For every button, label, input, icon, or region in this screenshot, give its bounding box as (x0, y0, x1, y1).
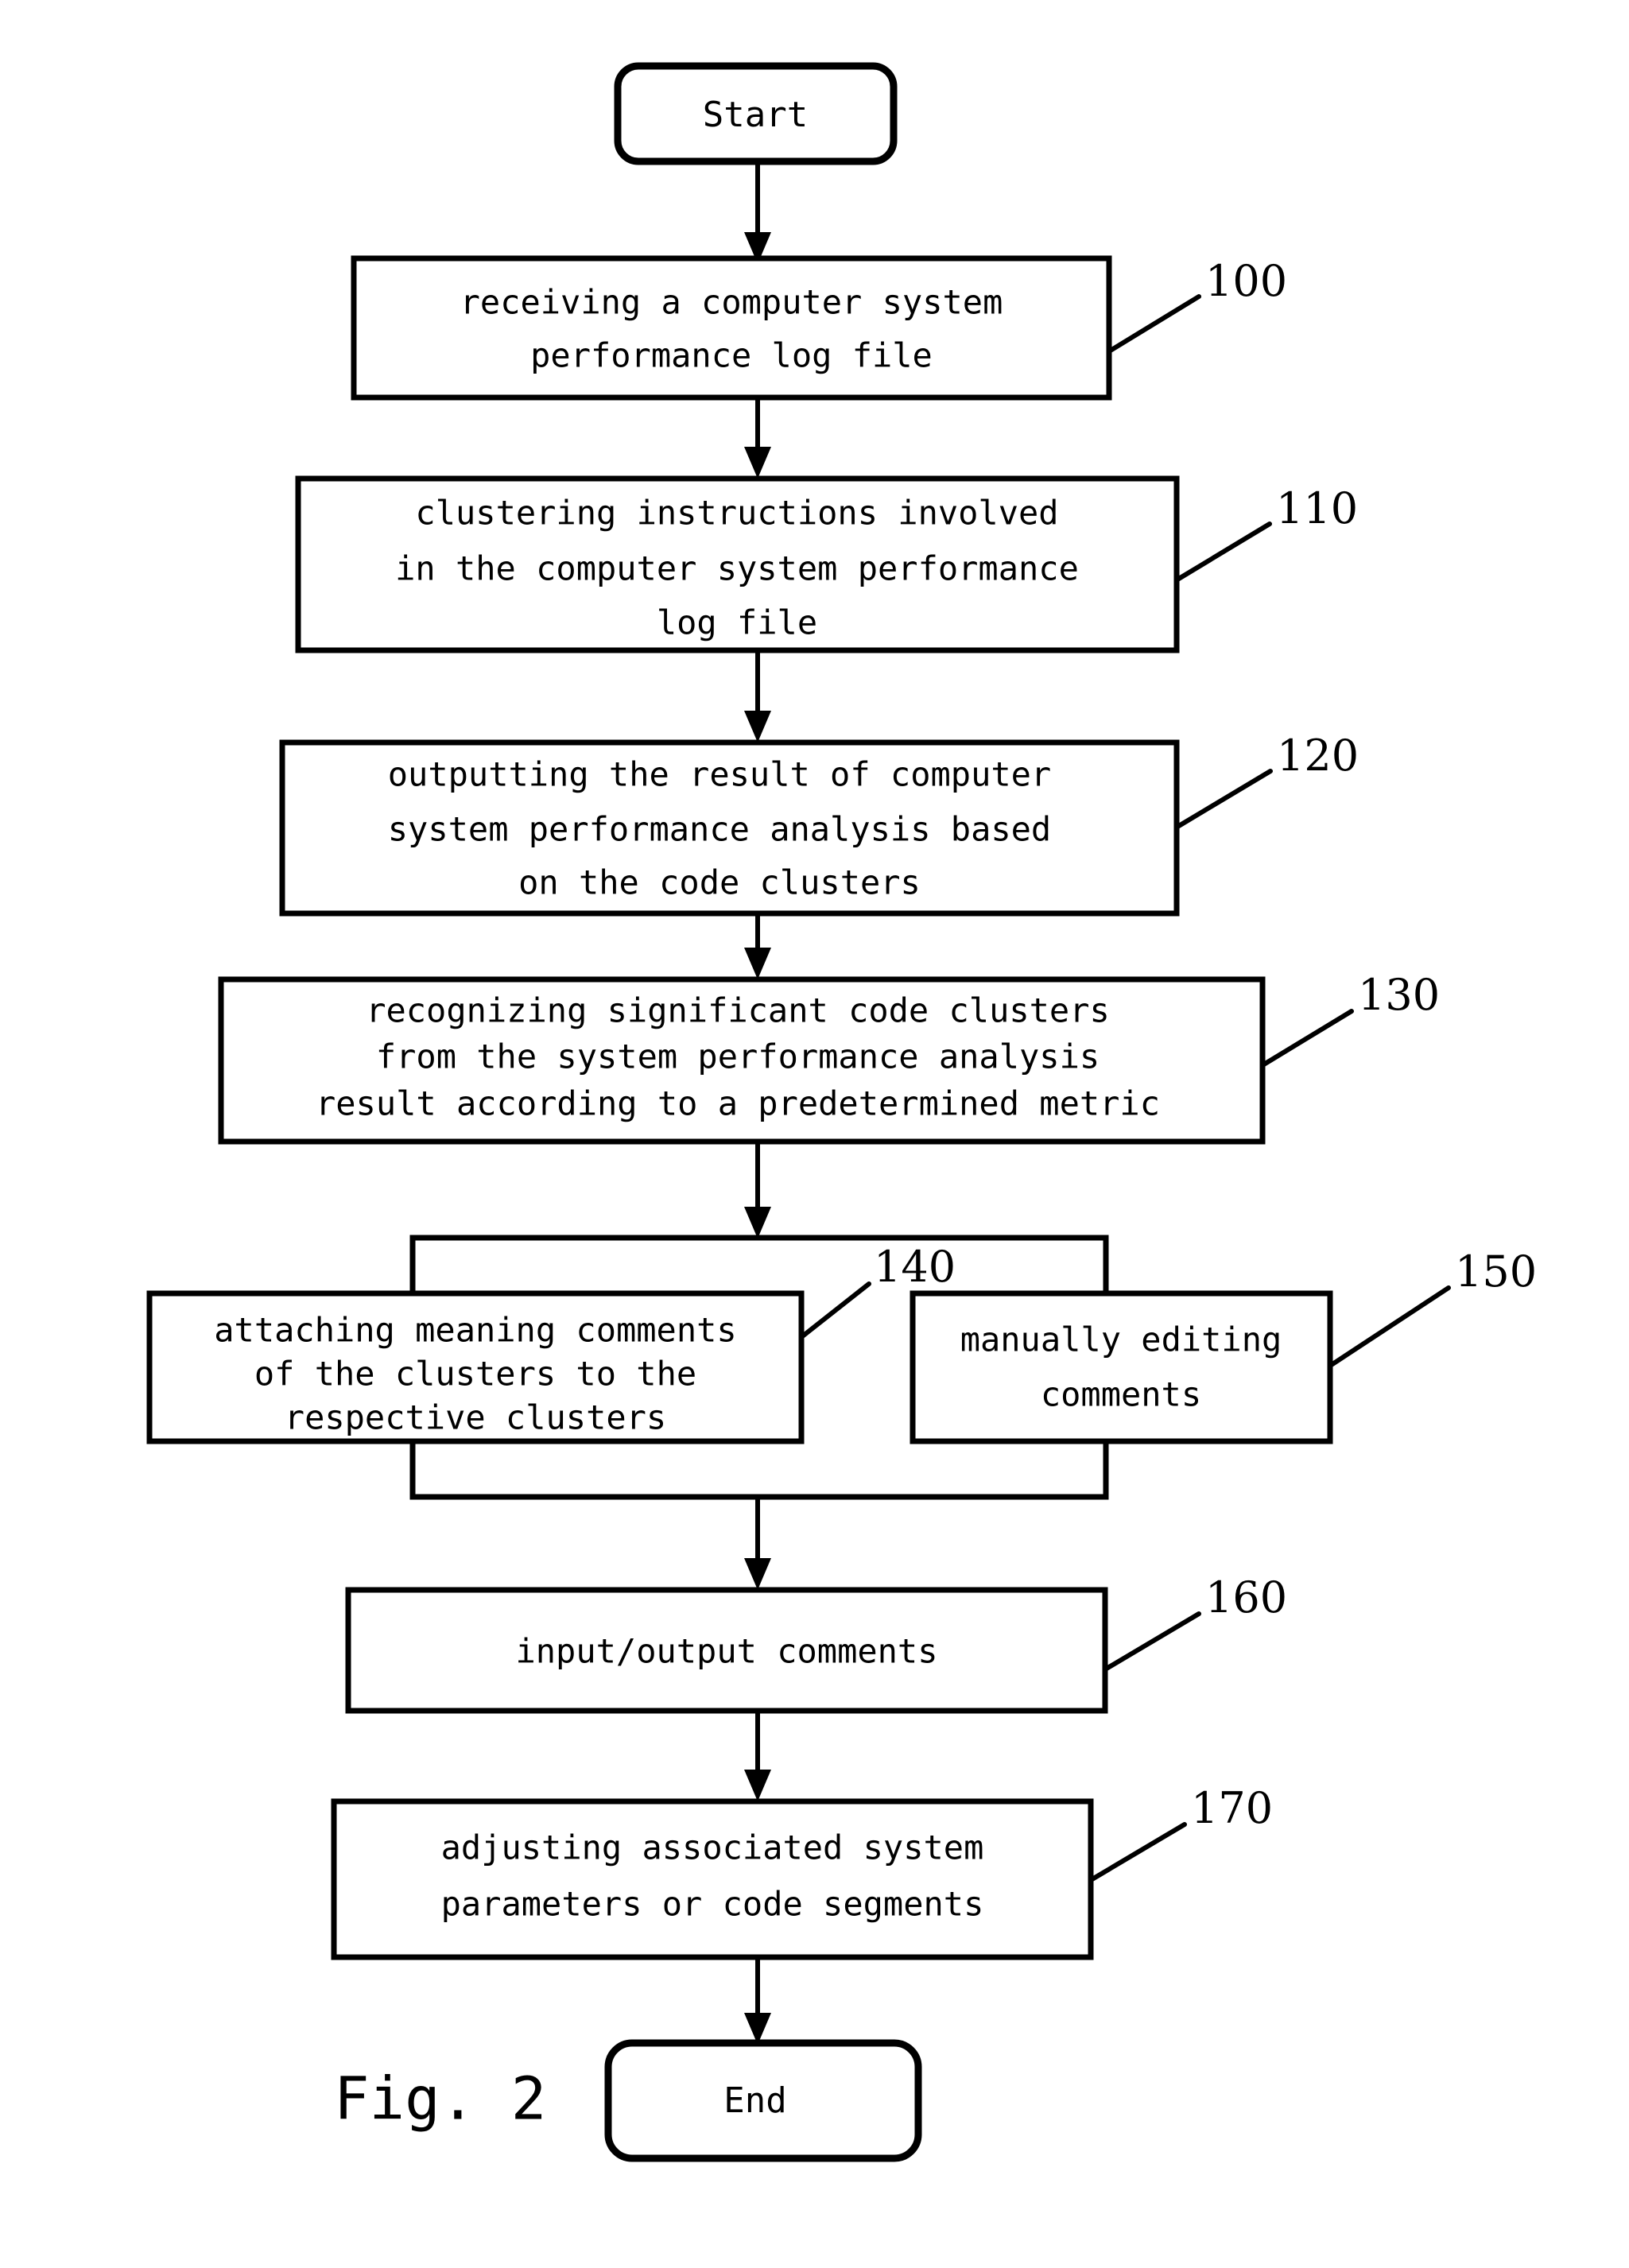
reference-callout-150: 150 (1328, 1246, 1537, 1368)
flowchart-diagram: Start receiving a computer system perfor… (146, 62, 1537, 2162)
arrowhead-icon (744, 711, 771, 742)
connector-130-to-group140 (744, 1142, 771, 1239)
end-label: End (723, 2080, 786, 2121)
step-120-line-2: system performance analysis based (388, 810, 1051, 849)
step-150-line-2: comments (1041, 1375, 1201, 1414)
start-label: Start (703, 95, 808, 135)
node-step-140[interactable]: attaching meaning comments of the cluste… (146, 1290, 805, 1444)
arrowhead-icon (744, 1558, 771, 1590)
step-130-line-2: from the system performance analysis (376, 1037, 1100, 1076)
connector-170-to-end (744, 1957, 771, 2045)
node-step-120[interactable]: outputting the result of computer system… (279, 739, 1180, 917)
ref-number-120: 120 (1277, 731, 1359, 781)
node-end[interactable]: End (604, 2039, 922, 2162)
step-160-line-1: input/output comments (515, 1632, 937, 1671)
node-step-130[interactable]: recognizing significant code clusters fr… (218, 976, 1266, 1145)
step-110-line-1: clustering instructions involved (415, 494, 1058, 533)
node-start[interactable]: Start (614, 62, 898, 165)
node-step-150[interactable]: manually editing comments (910, 1290, 1333, 1444)
node-step-160[interactable]: input/output comments (345, 1587, 1108, 1714)
step-140-line-2: of the clusters to the (254, 1355, 696, 1394)
reference-callout-110: 110 (1175, 483, 1358, 582)
reference-callout-160: 160 (1103, 1572, 1287, 1672)
figure-caption: Fig. 2 (334, 2065, 546, 2134)
reference-callout-170: 170 (1088, 1783, 1273, 1882)
ref-number-160: 160 (1205, 1572, 1287, 1622)
reference-callout-130: 130 (1260, 970, 1440, 1068)
node-step-170[interactable]: adjusting associated system parameters o… (331, 1798, 1094, 1960)
ref-number-140: 140 (874, 1242, 956, 1292)
step-120-line-1: outputting the result of computer (388, 755, 1051, 794)
ref-number-130: 130 (1358, 970, 1440, 1020)
node-step-110[interactable]: clustering instructions involved in the … (295, 475, 1180, 653)
step-100-box (351, 255, 1112, 401)
connector-start-to-100 (744, 161, 771, 264)
step-100-line-1: receiving a computer system (460, 283, 1003, 322)
ref-number-100: 100 (1205, 256, 1287, 306)
ref-number-150: 150 (1455, 1246, 1537, 1297)
connector-110-to-120 (744, 650, 771, 742)
step-130-line-3: result according to a predetermined metr… (316, 1084, 1160, 1123)
step-150-line-1: manually editing (960, 1320, 1282, 1359)
step-110-line-2: in the computer system performance (395, 549, 1079, 588)
arrowhead-icon (744, 948, 771, 979)
reference-callout-120: 120 (1175, 731, 1359, 829)
arrowhead-icon (744, 1770, 771, 1801)
step-130-line-1: recognizing significant code clusters (366, 991, 1110, 1030)
step-120-line-3: on the code clusters (518, 863, 921, 902)
arrowhead-icon (744, 1207, 771, 1239)
step-110-line-3: log file (657, 603, 817, 642)
step-170-box (331, 1798, 1094, 1960)
step-100-line-2: performance log file (530, 336, 933, 375)
step-140-line-1: attaching meaning comments (214, 1311, 736, 1350)
step-170-line-2: parameters or code segments (441, 1885, 984, 1924)
reference-callout-100: 100 (1107, 256, 1287, 354)
connector-160-to-170 (744, 1711, 771, 1801)
connector-group140-to-160 (744, 1498, 771, 1590)
step-170-line-1: adjusting associated system (441, 1828, 984, 1867)
ref-number-110: 110 (1276, 483, 1358, 533)
connector-100-to-110 (744, 397, 771, 479)
figure-canvas: Start receiving a computer system perfor… (0, 0, 1629, 2268)
node-step-100[interactable]: receiving a computer system performance … (351, 255, 1112, 401)
ref-number-170: 170 (1191, 1783, 1273, 1833)
step-150-box (910, 1290, 1333, 1444)
step-140-line-3: respective clusters (285, 1398, 666, 1437)
arrowhead-icon (744, 447, 771, 479)
